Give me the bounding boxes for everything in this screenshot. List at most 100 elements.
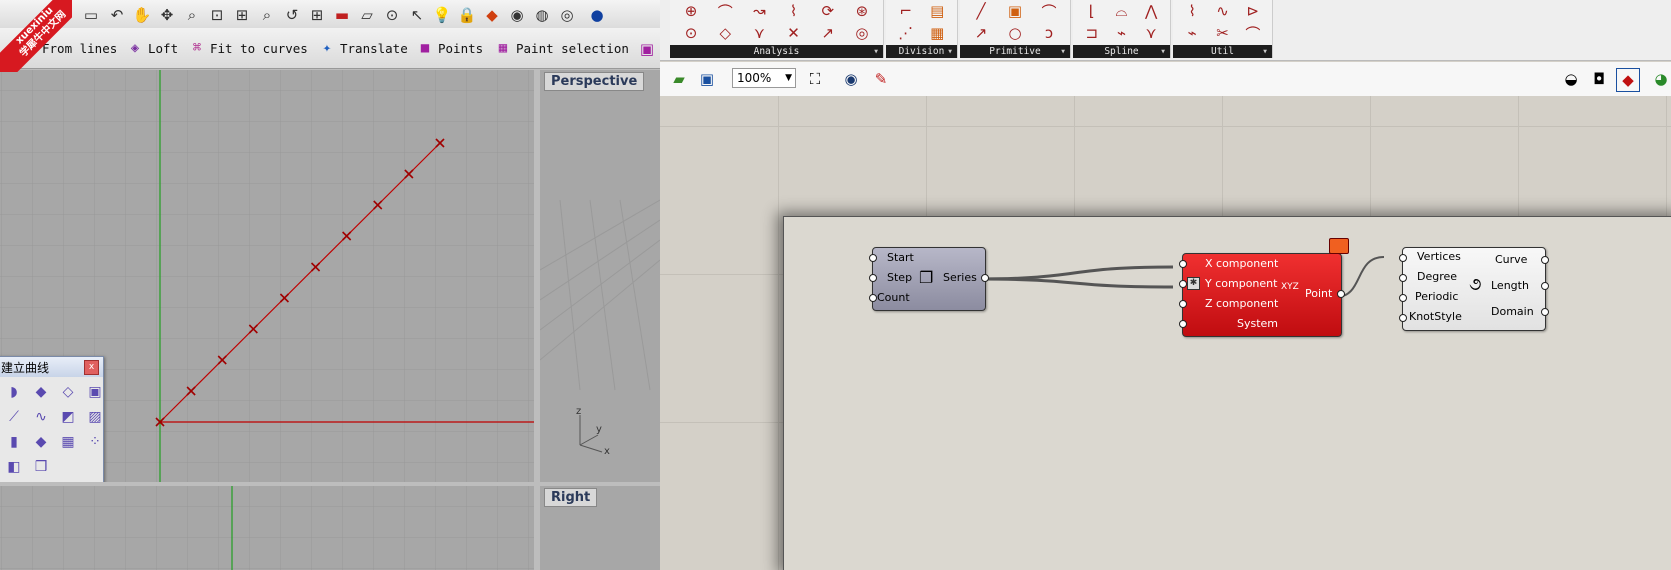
preview-eye-icon[interactable]: ◉: [840, 68, 862, 90]
division-tool-icon[interactable]: ▤: [930, 2, 944, 20]
division-tool-icon[interactable]: ▦: [930, 24, 944, 42]
zoom-icon[interactable]: ⌕: [181, 4, 203, 26]
zoom-extents-icon[interactable]: ⛶: [804, 68, 826, 90]
y-input-port[interactable]: [1179, 280, 1187, 288]
analysis-tool-icon[interactable]: ⊙: [685, 24, 698, 42]
vertices-input-port[interactable]: [1399, 254, 1407, 262]
line-icon[interactable]: ╱: [976, 2, 985, 20]
spline-tool-icon[interactable]: ⌁: [1117, 24, 1126, 42]
analysis-tool-icon[interactable]: ⊕: [685, 2, 698, 20]
preview-selected-icon[interactable]: ◆: [1616, 68, 1640, 92]
preview-wire-icon[interactable]: ◒: [1560, 68, 1582, 90]
line-tool-icon[interactable]: ⟋: [3, 406, 25, 428]
more-tools-icon[interactable]: ▣: [636, 38, 658, 60]
pan-hand-icon[interactable]: ✋: [131, 4, 153, 26]
domain-output-port[interactable]: [1541, 308, 1549, 316]
cplane-icon[interactable]: ▱: [356, 4, 378, 26]
curve-output-port[interactable]: [1541, 256, 1549, 264]
surface-tool-icon[interactable]: ▮: [3, 431, 25, 453]
series-output-port[interactable]: [981, 274, 989, 282]
analysis-tool-icon[interactable]: ⌇: [790, 2, 797, 20]
save-file-icon[interactable]: ▣: [696, 68, 718, 90]
zoom-extents-icon[interactable]: ⊞: [231, 4, 253, 26]
box-tool-icon[interactable]: ❒: [30, 456, 52, 478]
box-tool-icon[interactable]: ▣: [84, 381, 106, 403]
polygon-icon[interactable]: ▣: [1008, 2, 1022, 20]
right-label[interactable]: Right: [544, 488, 598, 507]
primitive-label[interactable]: Primitive ▾: [960, 45, 1070, 58]
knotstyle-input-port[interactable]: [1399, 314, 1407, 322]
right-viewport[interactable]: Right: [540, 486, 660, 570]
preview-shaded-icon[interactable]: ◘: [1588, 68, 1610, 90]
render-sphere-icon[interactable]: ●: [586, 4, 608, 26]
z-input-port[interactable]: [1179, 300, 1187, 308]
analysis-tool-icon[interactable]: ⟳: [821, 2, 834, 20]
top-viewport[interactable]: 建立曲线 x ◗ ◆ ◇ ▣ ⟋ ∿ ◩ ▨ ▮ ◆ ▦ ⁘ ◧ ❒: [0, 70, 534, 482]
loft-button[interactable]: ◈ Loft: [126, 36, 178, 60]
car-icon[interactable]: ▬: [331, 4, 353, 26]
analysis-tool-icon[interactable]: ⌒: [718, 1, 733, 22]
points-tool-icon[interactable]: ⁘: [84, 431, 106, 453]
analysis-tool-icon[interactable]: ⊛: [856, 2, 869, 20]
count-input-port[interactable]: [869, 294, 877, 302]
surface-tool-icon[interactable]: ◩: [57, 406, 79, 428]
undo-icon[interactable]: ↶: [106, 4, 128, 26]
sketch-pen-icon[interactable]: ✎: [870, 68, 892, 90]
layer-icon[interactable]: ◆: [481, 4, 503, 26]
curve-tool-icon[interactable]: ◗: [3, 381, 25, 403]
util-label[interactable]: Util ▾: [1173, 45, 1272, 58]
arc-icon[interactable]: ⌒: [1041, 1, 1056, 22]
series-component[interactable]: Start Step Count ❐ Series: [869, 247, 989, 311]
periodic-input-port[interactable]: [1399, 294, 1407, 302]
cube-tool-icon[interactable]: ◧: [3, 456, 25, 478]
translate-button[interactable]: ✦ Translate: [318, 36, 408, 60]
spline-tool-icon[interactable]: ⌓: [1116, 2, 1128, 20]
warning-balloon-icon[interactable]: [1329, 238, 1349, 254]
select-icon[interactable]: ↖: [406, 4, 428, 26]
surface-tool-icon[interactable]: ▨: [84, 406, 106, 428]
division-tool-icon[interactable]: ⋰: [898, 24, 913, 42]
perspective-label[interactable]: Perspective: [544, 72, 645, 91]
interpolate-curve-component[interactable]: Vertices Degree Periodic KnotStyle ૭ Cur…: [1399, 247, 1549, 331]
start-input-port[interactable]: [869, 254, 877, 262]
spline-tool-icon[interactable]: ⋀: [1145, 2, 1157, 20]
util-tool-icon[interactable]: ⌁: [1188, 24, 1197, 42]
zoom-selected-icon[interactable]: ⌕: [256, 4, 278, 26]
light-bulb-icon[interactable]: 💡: [431, 4, 453, 26]
util-tool-icon[interactable]: ⊳: [1247, 2, 1260, 20]
zoom-window-icon[interactable]: ⊡: [206, 4, 228, 26]
spline-label[interactable]: Spline ▾: [1073, 45, 1170, 58]
gh-canvas[interactable]: Start Step Count ❐ Series ✱ X component …: [660, 96, 1671, 570]
analysis-label[interactable]: Analysis ▾: [670, 45, 883, 58]
four-viewports-icon[interactable]: ⊞: [306, 4, 328, 26]
spline-tool-icon[interactable]: ⊐: [1086, 24, 1099, 42]
perspective-viewport[interactable]: z y x Perspective: [540, 70, 660, 482]
open-file-icon[interactable]: ▰: [668, 68, 690, 90]
system-input-port[interactable]: [1179, 320, 1187, 328]
analysis-tool-icon[interactable]: ◇: [719, 24, 731, 42]
front-viewport[interactable]: [0, 486, 534, 570]
spline-tool-icon[interactable]: ⋎: [1146, 24, 1157, 42]
close-icon[interactable]: x: [84, 359, 99, 375]
arc3pt-icon[interactable]: ↄ: [1045, 24, 1053, 42]
circle-icon[interactable]: ○: [1008, 24, 1021, 42]
paste-icon[interactable]: ▭: [80, 4, 102, 26]
spline-tool-icon[interactable]: ⌊: [1089, 2, 1095, 20]
lock-icon[interactable]: 🔒: [456, 4, 478, 26]
cube-tool-icon[interactable]: ◆: [30, 431, 52, 453]
plane-tool-icon[interactable]: ◇: [57, 381, 79, 403]
analysis-tool-icon[interactable]: ↝: [753, 2, 766, 20]
x-input-port[interactable]: [1179, 260, 1187, 268]
bake-icon[interactable]: ◕: [1650, 68, 1671, 90]
fit-to-curves-button[interactable]: ⌘ Fit to curves: [188, 36, 308, 60]
degree-input-port[interactable]: [1399, 274, 1407, 282]
length-output-port[interactable]: [1541, 282, 1549, 290]
util-tool-icon[interactable]: ⌇: [1189, 2, 1196, 20]
analysis-tool-icon[interactable]: ✕: [787, 24, 800, 42]
step-input-port[interactable]: [869, 274, 877, 282]
zoom-level-select[interactable]: 100% ▼: [732, 68, 796, 88]
shaded-sphere-icon[interactable]: ◎: [556, 4, 578, 26]
wireframe-sphere-icon[interactable]: ◍: [531, 4, 553, 26]
rotate-view-icon[interactable]: ✥: [156, 4, 178, 26]
point-xyz-component[interactable]: ✱ X component Y component Z component Sy…: [1179, 238, 1349, 337]
